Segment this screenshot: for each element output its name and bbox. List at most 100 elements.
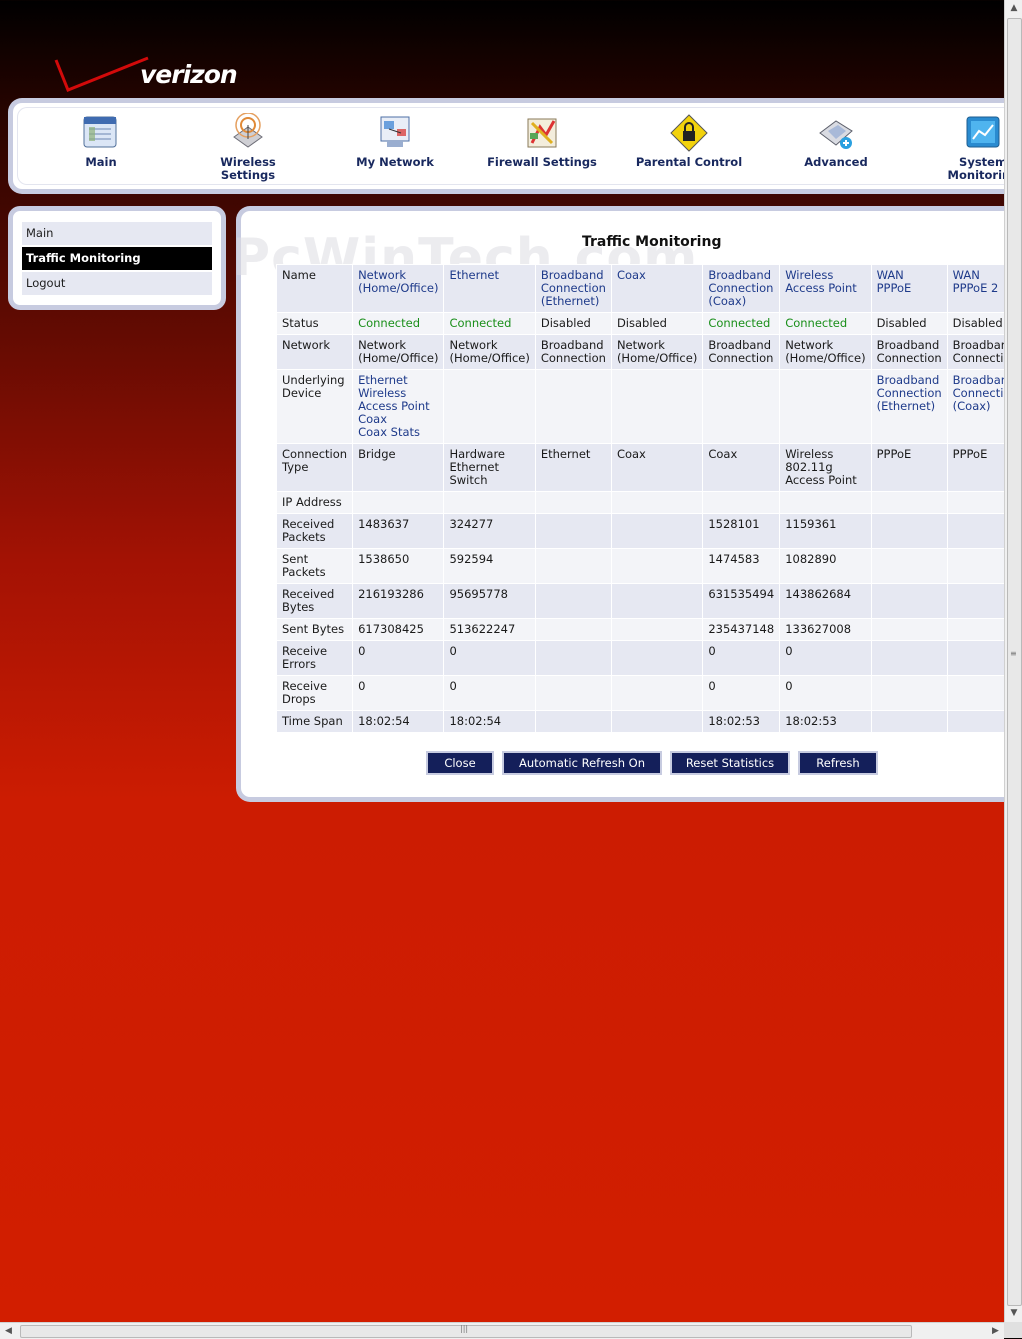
table-cell: Network (Home/Office) — [779, 334, 872, 370]
table-cell — [870, 618, 948, 641]
table-cell — [946, 548, 1004, 584]
underlying-device-link[interactable]: Coax Stats — [358, 426, 438, 439]
table-cell: Network (Home/Office) — [352, 264, 445, 313]
table-cell — [779, 369, 872, 444]
row-header: Name — [275, 264, 354, 313]
table-cell — [946, 640, 1004, 676]
row-header: Underlying Device — [275, 369, 354, 444]
table-cell: 18:02:53 — [779, 710, 872, 733]
table-cell: 1483637 — [352, 513, 445, 549]
scroll-right-icon[interactable]: ▶ — [987, 1323, 1004, 1339]
connection-name-link[interactable]: Wireless Access Point — [785, 269, 865, 295]
connection-name-link[interactable]: Ethernet — [449, 269, 529, 282]
row-header: Network — [275, 334, 354, 370]
underlying-device-link[interactable]: Broadband Connection (Ethernet) — [877, 374, 942, 413]
table-cell — [870, 710, 948, 733]
table-cell — [534, 640, 612, 676]
sidebar-panel: Main Traffic Monitoring Logout — [8, 206, 226, 310]
row-header: Receive Errors — [275, 640, 354, 676]
table-cell — [610, 675, 704, 711]
verizon-check-icon — [54, 56, 149, 92]
connection-name-link[interactable]: Network (Home/Office) — [358, 269, 438, 295]
wireless-settings-icon — [228, 112, 268, 153]
table-cell: Network (Home/Office) — [610, 334, 704, 370]
row-header: Received Packets — [275, 513, 354, 549]
table-cell — [946, 710, 1004, 733]
table-cell — [946, 491, 1004, 514]
parental-control-icon — [669, 113, 709, 153]
table-cell — [870, 513, 948, 549]
horizontal-scrollbar[interactable]: ◀ ||| ▶ — [0, 1322, 1004, 1339]
nav-parental-control[interactable]: Parental Control — [634, 111, 744, 169]
nav-main-label: Main — [85, 155, 117, 169]
row-header: Receive Drops — [275, 675, 354, 711]
table-cell: 1159361 — [779, 513, 872, 549]
table-row-tx-bytes: Sent Bytes 617308425 513622247 235437148 133… — [275, 618, 1004, 641]
nav-my-network-label: My Network — [356, 155, 434, 169]
table-cell: Disabled — [610, 312, 704, 335]
table-cell: 1538650 — [352, 548, 445, 584]
connection-name-link[interactable]: Broadband Connection (Coax) — [708, 269, 774, 308]
vertical-scrollbar[interactable]: ▲ ≡ ▼ — [1004, 0, 1022, 1322]
nav-my-network[interactable]: My Network — [340, 111, 450, 169]
table-cell — [534, 548, 612, 584]
table-cell: 0 — [779, 640, 872, 676]
row-header: Status — [275, 312, 354, 335]
vertical-scroll-thumb[interactable] — [1007, 18, 1022, 1306]
nav-system-monitoring[interactable]: System Monitoring — [928, 111, 1004, 182]
table-cell: Broadband Connection (Ethernet) — [534, 264, 612, 313]
connection-name-link[interactable]: Broadband Connection (Ethernet) — [541, 269, 606, 308]
row-header: IP Address — [275, 491, 354, 514]
table-row-conn-type: Connection Type Bridge Hardware Ethernet S… — [275, 443, 1004, 492]
table-row-time-span: Time Span 18:02:54 18:02:54 18:02:53 18:02:5… — [275, 710, 1004, 733]
table-cell: 324277 — [443, 513, 536, 549]
table-cell: 1528101 — [702, 513, 781, 549]
scroll-down-icon[interactable]: ▼ — [1005, 1305, 1022, 1322]
table-cell — [870, 548, 948, 584]
table-cell: 0 — [352, 640, 445, 676]
table-cell: Broadband Connection (Coax) — [946, 369, 1004, 444]
nav-main[interactable]: Main — [46, 111, 156, 169]
sidebar-item-main[interactable]: Main — [22, 222, 212, 245]
nav-advanced[interactable]: Advanced — [781, 111, 891, 169]
underlying-device-link[interactable]: Broadband Connection (Coax) — [953, 374, 1004, 413]
table-cell: Ethernet — [443, 264, 536, 313]
table-cell: Broadband Connection — [702, 334, 781, 370]
table-row-status: Status Connected Connected Disabled Disabled… — [275, 312, 1004, 335]
connection-name-link[interactable]: Coax — [617, 269, 697, 282]
underlying-device-link[interactable]: Wireless Access Point — [358, 387, 438, 413]
reset-statistics-button[interactable]: Reset Statistics — [670, 751, 790, 775]
connection-name-link[interactable]: WAN PPPoE — [877, 269, 942, 295]
nav-wireless-settings[interactable]: Wireless Settings — [193, 111, 303, 182]
automatic-refresh-button[interactable]: Automatic Refresh On — [502, 751, 662, 775]
nav-wireless-settings-label: Wireless Settings — [220, 155, 276, 182]
nav-firewall-settings-label: Firewall Settings — [487, 155, 597, 169]
nav-firewall-settings[interactable]: Firewall Settings — [487, 111, 597, 169]
table-row-rx-bytes: Received Bytes 216193286 95695778 631535494… — [275, 583, 1004, 619]
table-cell: 216193286 — [352, 583, 445, 619]
table-row-rx-errors: Receive Errors 0 0 0 0 — [275, 640, 1004, 676]
table-cell: 1474583 — [702, 548, 781, 584]
scroll-left-icon[interactable]: ◀ — [0, 1323, 17, 1339]
table-cell: 0 — [443, 675, 536, 711]
scroll-up-icon[interactable]: ▲ — [1005, 0, 1022, 17]
table-cell — [610, 491, 704, 514]
table-cell: Coax — [702, 443, 781, 492]
table-cell: 0 — [443, 640, 536, 676]
sidebar-item-traffic-monitoring[interactable]: Traffic Monitoring — [22, 247, 212, 270]
table-cell: Ethernet — [534, 443, 612, 492]
refresh-button[interactable]: Refresh — [798, 751, 878, 775]
connection-name-link[interactable]: WAN PPPoE 2 — [953, 269, 1004, 295]
table-cell — [610, 513, 704, 549]
table-cell: 617308425 — [352, 618, 445, 641]
close-button[interactable]: Close — [426, 751, 494, 775]
table-cell — [534, 513, 612, 549]
grip-icon: ≡ — [1010, 649, 1017, 658]
sidebar-item-logout[interactable]: Logout — [22, 272, 212, 295]
table-cell — [534, 675, 612, 711]
table-cell: PPPoE — [946, 443, 1004, 492]
table-cell — [534, 583, 612, 619]
table-cell — [702, 491, 781, 514]
table-cell — [352, 491, 445, 514]
table-cell: Network (Home/Office) — [352, 334, 445, 370]
